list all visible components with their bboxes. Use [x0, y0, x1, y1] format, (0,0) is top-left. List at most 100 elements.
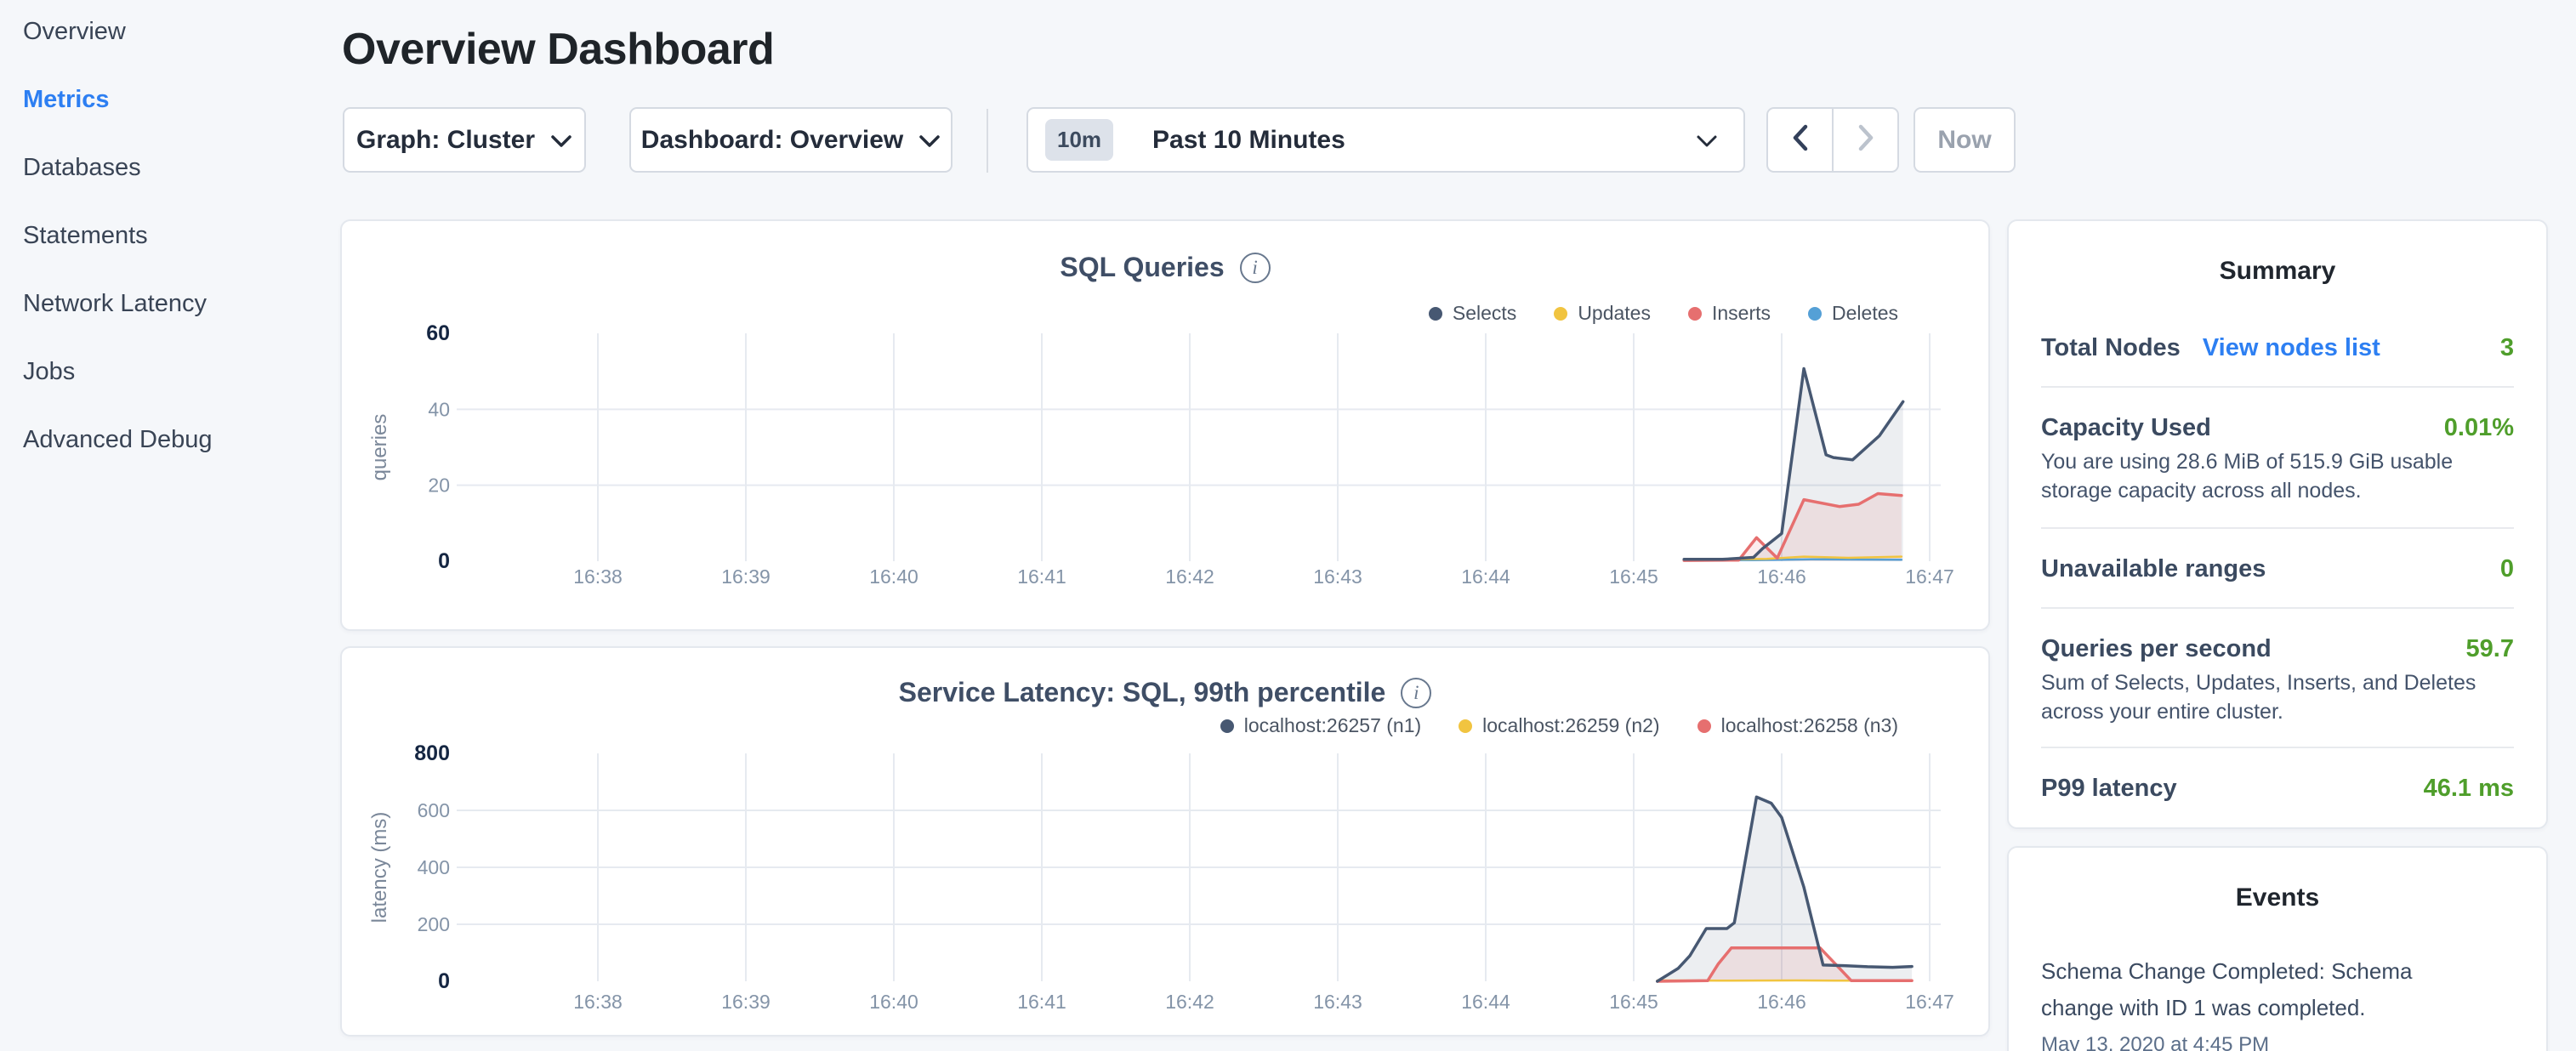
summary-row-queries-per-second: Queries per second 59.7 Sum of Selects, …: [2041, 609, 2514, 748]
x-tick-label: 16:38: [573, 565, 623, 588]
y-axis-title: queries: [368, 414, 391, 481]
sidebar-item-overview[interactable]: Overview: [23, 14, 126, 48]
y-tick-label: 20: [428, 474, 450, 497]
summary-value: 46.1 ms: [2424, 775, 2514, 801]
time-range-dropdown[interactable]: 10m Past 10 Minutes: [1026, 107, 1745, 173]
series-area: [1684, 494, 1902, 562]
summary-label: Total Nodes: [2041, 335, 2181, 361]
chart-legend: localhost:26257 (n1) localhost:26259 (n2…: [1220, 714, 1898, 737]
summary-row-total-nodes: Total Nodes View nodes list 3: [2041, 335, 2514, 388]
events-panel: Events Schema Change Completed: Schema c…: [2007, 846, 2548, 1051]
info-icon[interactable]: i: [1401, 678, 1431, 708]
sidebar-item-statements[interactable]: Statements: [23, 219, 148, 253]
summary-value: 59.7: [2466, 636, 2514, 662]
sidebar-item-metrics[interactable]: Metrics: [23, 82, 110, 116]
dashboard-dropdown-label: Dashboard: Overview: [641, 126, 903, 155]
legend-item-node1[interactable]: localhost:26257 (n1): [1220, 714, 1421, 737]
time-pager: [1766, 107, 1899, 173]
chart-title: Service Latency: SQL, 99th percentile: [899, 677, 1386, 708]
y-tick-label: 400: [418, 856, 450, 878]
series-line: [1658, 948, 1912, 981]
sidebar: Overview Metrics Databases Statements Ne…: [0, 0, 340, 1051]
time-forward-button[interactable]: [1834, 109, 1897, 171]
view-nodes-list-link[interactable]: View nodes list: [2203, 335, 2380, 361]
legend-item-node3[interactable]: localhost:26258 (n3): [1697, 714, 1898, 737]
legend-dot: [1808, 307, 1822, 321]
series-line: [1658, 797, 1912, 981]
y-tick-label: 600: [418, 799, 450, 821]
x-tick-label: 16:43: [1313, 991, 1362, 1013]
service-latency-chart-card: Service Latency: SQL, 99th percentile i …: [340, 646, 1990, 1037]
event-timestamp: May 13, 2020 at 4:45 PM: [2041, 1033, 2514, 1051]
y-tick-label: 40: [428, 398, 450, 420]
chevron-right-icon: [1857, 123, 1875, 156]
sidebar-item-jobs[interactable]: Jobs: [23, 355, 75, 389]
legend-label: Selects: [1453, 302, 1516, 325]
y-tick-label: 0: [438, 549, 450, 573]
x-tick-label: 16:41: [1017, 565, 1066, 588]
legend-item-deletes[interactable]: Deletes: [1808, 302, 1898, 325]
x-tick-label: 16:40: [869, 565, 918, 588]
sql-queries-chart-card: SQL Queries i Selects Updates Inserts De…: [340, 219, 1990, 631]
series-area: [1684, 369, 1903, 562]
legend-label: Updates: [1578, 302, 1651, 325]
legend-label: localhost:26258 (n3): [1721, 714, 1898, 737]
x-tick-label: 16:47: [1905, 565, 1954, 588]
x-tick-label: 16:40: [869, 991, 918, 1013]
legend-item-inserts[interactable]: Inserts: [1688, 302, 1771, 325]
series-line: [1684, 557, 1902, 560]
graph-dropdown-label: Graph: Cluster: [356, 126, 535, 155]
chart-title: SQL Queries: [1060, 252, 1224, 283]
legend-dot: [1554, 307, 1567, 321]
info-icon[interactable]: i: [1240, 253, 1271, 283]
x-tick-label: 16:43: [1313, 565, 1362, 588]
summary-title: Summary: [2041, 221, 2514, 286]
now-button[interactable]: Now: [1914, 107, 2016, 173]
x-tick-label: 16:41: [1017, 991, 1066, 1013]
page-title: Overview Dashboard: [342, 24, 774, 75]
summary-label: Queries per second: [2041, 636, 2272, 662]
x-tick-label: 16:44: [1461, 991, 1510, 1013]
summary-description: Sum of Selects, Updates, Inserts, and De…: [2041, 668, 2511, 726]
x-tick-label: 16:42: [1165, 991, 1214, 1013]
time-back-button[interactable]: [1768, 109, 1834, 171]
time-window-badge: 10m: [1045, 119, 1113, 161]
y-tick-label: 0: [438, 969, 450, 993]
x-tick-label: 16:46: [1757, 565, 1806, 588]
legend-label: localhost:26257 (n1): [1244, 714, 1421, 737]
legend-item-updates[interactable]: Updates: [1554, 302, 1651, 325]
legend-item-node2[interactable]: localhost:26259 (n2): [1459, 714, 1659, 737]
x-tick-label: 16:44: [1461, 565, 1510, 588]
y-tick-label: 200: [418, 913, 450, 935]
series-line: [1684, 369, 1903, 560]
summary-value: 0: [2500, 556, 2514, 582]
dashboard-dropdown[interactable]: Dashboard: Overview: [629, 107, 952, 173]
x-tick-label: 16:39: [721, 991, 771, 1013]
summary-row-capacity-used: Capacity Used 0.01% You are using 28.6 M…: [2041, 388, 2514, 529]
sidebar-item-advanced-debug[interactable]: Advanced Debug: [23, 423, 213, 457]
graph-node-dropdown[interactable]: Graph: Cluster: [343, 107, 586, 173]
x-tick-label: 16:42: [1165, 565, 1214, 588]
events-title: Events: [2041, 848, 2514, 912]
series-line: [1684, 494, 1902, 561]
x-tick-label: 16:46: [1757, 991, 1806, 1013]
y-tick-label: 800: [414, 741, 450, 765]
legend-dot: [1220, 719, 1234, 733]
y-tick-label: 60: [426, 321, 450, 345]
toolbar-divider: [987, 109, 988, 173]
chevron-down-icon: [550, 126, 572, 155]
summary-panel: Summary Total Nodes View nodes list 3 Ca…: [2007, 219, 2548, 829]
summary-value: 3: [2500, 335, 2514, 361]
series-area: [1658, 797, 1912, 981]
legend-dot: [1459, 719, 1472, 733]
legend-label: localhost:26259 (n2): [1482, 714, 1659, 737]
event-message[interactable]: Schema Change Completed: Schema change w…: [2041, 953, 2449, 1026]
sidebar-item-databases[interactable]: Databases: [23, 151, 141, 185]
sidebar-item-network-latency[interactable]: Network Latency: [23, 287, 207, 321]
legend-item-selects[interactable]: Selects: [1429, 302, 1516, 325]
x-tick-label: 16:38: [573, 991, 623, 1013]
summary-label: P99 latency: [2041, 775, 2177, 801]
summary-description: You are using 28.6 MiB of 515.9 GiB usab…: [2041, 447, 2511, 505]
x-tick-label: 16:45: [1609, 991, 1658, 1013]
x-tick-label: 16:45: [1609, 565, 1658, 588]
